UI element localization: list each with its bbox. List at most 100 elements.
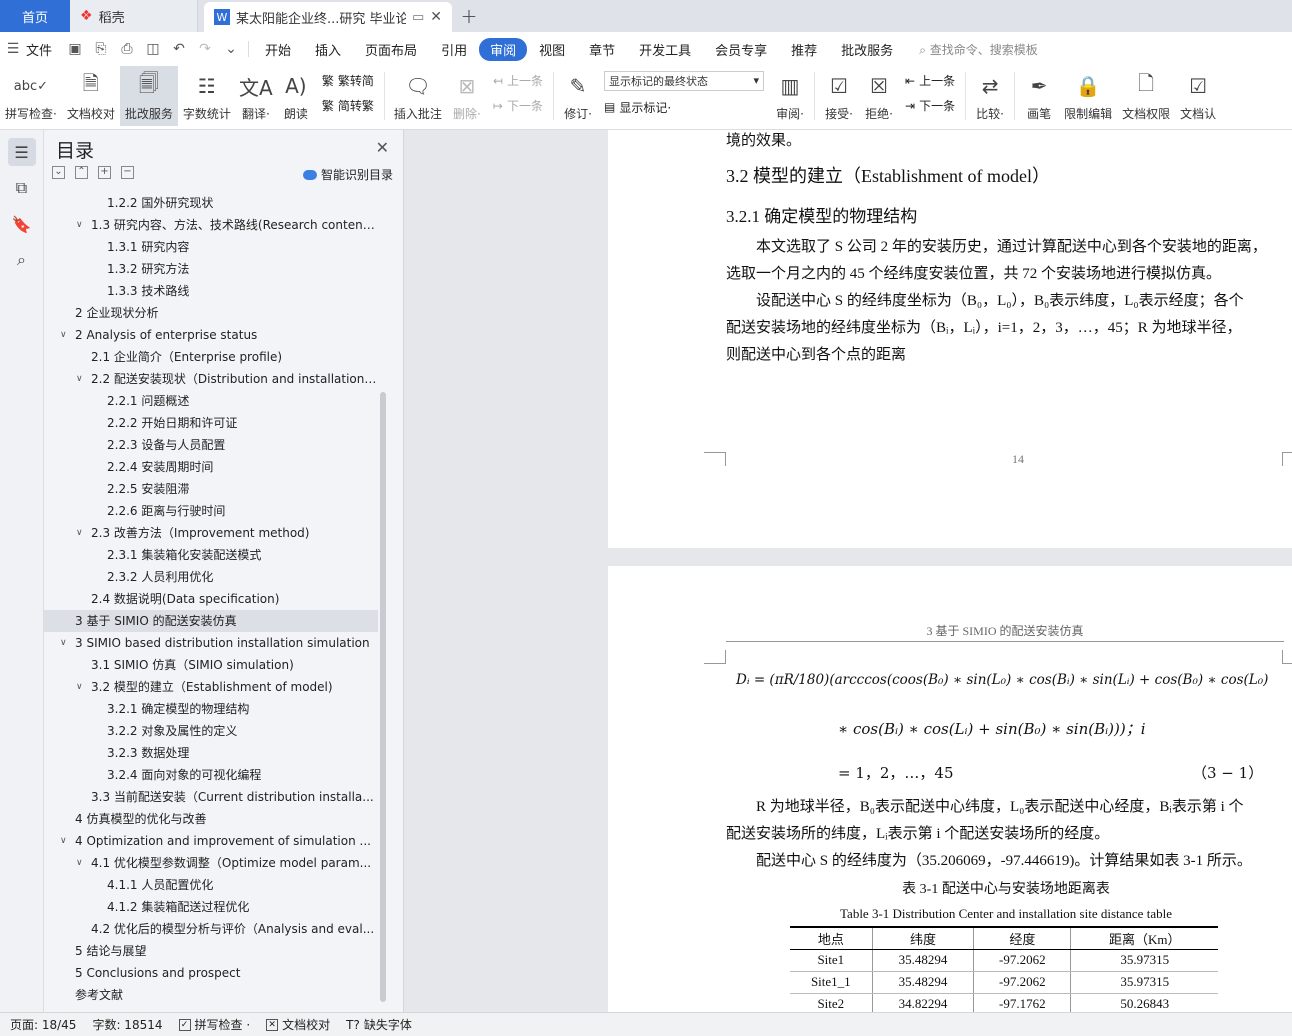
- status-spell-check[interactable]: ✓ 拼写检查 ·: [178, 1016, 250, 1033]
- tab-daoke[interactable]: ❖ 稻壳: [70, 0, 198, 32]
- chevron-down-icon[interactable]: ∨: [60, 324, 67, 346]
- toc-item[interactable]: 2.2.6 距离与行驶时间: [44, 500, 378, 522]
- toc-item[interactable]: 2 企业现状分析: [44, 302, 378, 324]
- monitor-icon[interactable]: ▭: [412, 10, 424, 25]
- toc-item[interactable]: 3.1 SIMIO 仿真（SIMIO simulation): [44, 654, 378, 676]
- toc-item[interactable]: 3.2.1 确定模型的物理结构: [44, 698, 378, 720]
- toc-item[interactable]: 2.3.2 人员利用优化: [44, 566, 378, 588]
- menu-file[interactable]: 文件: [26, 40, 52, 59]
- save-icon[interactable]: ▣: [62, 41, 88, 57]
- toc-item[interactable]: 3.2.4 面向对象的可视化编程: [44, 764, 378, 786]
- menu-insert[interactable]: 插入: [303, 40, 353, 59]
- toc-item[interactable]: ∨ 3 SIMIO based distribution installation…: [44, 632, 378, 654]
- pen-button[interactable]: ✒ 画笔: [1019, 66, 1059, 126]
- toc-item[interactable]: 参考文献: [44, 984, 378, 1006]
- toc-item[interactable]: ∨ 2 Analysis of enterprise status: [44, 324, 378, 346]
- markup-state-select[interactable]: 显示标记的最终状态 ▾: [604, 70, 764, 91]
- insert-comment-button[interactable]: 🗨 插入批注: [389, 66, 447, 126]
- undo-icon[interactable]: ↶: [166, 41, 192, 57]
- toc-scrollbar[interactable]: [380, 392, 386, 1002]
- toc-item[interactable]: ∨ 4 Optimization and improvement of simul…: [44, 830, 378, 852]
- toc-item[interactable]: 2.4 数据说明(Data specification): [44, 588, 378, 610]
- toc-item[interactable]: ∨ 2.2 配送安装现状（Distribution and installatio…: [44, 368, 378, 390]
- toc-item[interactable]: 4 仿真模型的优化与改善: [44, 808, 378, 830]
- toc-item[interactable]: 2.2.2 开始日期和许可证: [44, 412, 378, 434]
- trad-to-simp-button[interactable]: 繁繁转简: [322, 72, 374, 89]
- toc-panel-icon[interactable]: ☰: [7, 138, 36, 166]
- toc-item[interactable]: ∨ 2.3 改善方法（Improvement method): [44, 522, 378, 544]
- compare-button[interactable]: ⇄ 比较·: [970, 66, 1010, 126]
- toc-item[interactable]: ∨ 1.3 研究内容、方法、技术路线(Research content...: [44, 214, 378, 236]
- toc-item[interactable]: 2.2.3 设备与人员配置: [44, 434, 378, 456]
- correction-service-button[interactable]: 🗐 批改服务: [119, 66, 178, 126]
- menu-start[interactable]: 开始: [253, 40, 303, 59]
- toc-item[interactable]: 3.2.2 对象及属性的定义: [44, 720, 378, 742]
- toc-item[interactable]: 1.3.2 研究方法: [44, 258, 378, 280]
- toc-item[interactable]: 1.3.3 技术路线: [44, 280, 378, 302]
- tab-home[interactable]: 首页: [0, 0, 70, 32]
- collapse-icon[interactable]: ⌃: [75, 166, 88, 179]
- hamburger-icon[interactable]: ☰: [0, 41, 26, 57]
- menu-dev-tools[interactable]: 开发工具: [627, 40, 703, 59]
- chevron-down-icon[interactable]: ∨: [60, 830, 67, 852]
- menu-reference[interactable]: 引用: [429, 40, 479, 59]
- prev-comment-button[interactable]: ↤ 上一条: [493, 72, 543, 89]
- doc-check-button[interactable]: 🗎 文档校对: [62, 66, 120, 126]
- page-indicator[interactable]: 页面: 18/45: [10, 1016, 76, 1033]
- toc-item[interactable]: 3.3 当前配送安装（Current distribution installa…: [44, 786, 378, 808]
- show-markup-button[interactable]: ▤ 显示标记·: [604, 99, 764, 116]
- read-aloud-button[interactable]: A) 朗读: [276, 66, 316, 126]
- redo-icon[interactable]: ↷: [192, 41, 218, 57]
- delete-comment-button[interactable]: ⊠ 删除·: [447, 66, 487, 126]
- expand-icon[interactable]: ⌄: [52, 166, 65, 179]
- toc-item[interactable]: 2.3.1 集装箱化安装配送模式: [44, 544, 378, 566]
- next-revision-button[interactable]: ⇥ 下一条: [905, 97, 955, 114]
- chevron-down-icon[interactable]: ∨: [76, 214, 83, 236]
- next-comment-button[interactable]: ↦ 下一条: [493, 97, 543, 114]
- word-count-indicator[interactable]: 字数: 18514: [92, 1016, 162, 1033]
- add-heading-icon[interactable]: +: [98, 166, 111, 179]
- print-preview-icon[interactable]: ◫: [140, 41, 166, 57]
- toc-item[interactable]: 4.2 优化后的模型分析与评价（Analysis and eval...: [44, 918, 378, 940]
- export-pdf-icon[interactable]: ⎘: [88, 41, 114, 57]
- missing-font-indicator[interactable]: T? 缺失字体: [346, 1016, 412, 1033]
- simp-to-trad-button[interactable]: 繁简转繁: [322, 97, 374, 114]
- chapter-nav-icon[interactable]: ⧉: [8, 174, 36, 202]
- reject-button[interactable]: ☒ 拒绝·: [859, 66, 899, 126]
- close-icon[interactable]: ✕: [376, 138, 389, 157]
- chevron-down-icon[interactable]: ∨: [76, 852, 83, 874]
- toc-item[interactable]: 5 Conclusions and prospect: [44, 962, 378, 984]
- toc-item[interactable]: 4.1.1 人员配置优化: [44, 874, 378, 896]
- toc-item[interactable]: 2.2.5 安装阻滞: [44, 478, 378, 500]
- revise-button[interactable]: ✎ 修订·: [558, 66, 598, 126]
- menu-view[interactable]: 视图: [527, 40, 577, 59]
- new-tab-button[interactable]: +: [452, 0, 486, 32]
- toc-item[interactable]: 5 结论与展望: [44, 940, 378, 962]
- menu-member[interactable]: 会员专享: [703, 40, 779, 59]
- search-icon[interactable]: ⌕: [8, 246, 36, 274]
- prev-revision-button[interactable]: ⇤ 上一条: [905, 72, 955, 89]
- review-pane-button[interactable]: ▥ 审阅·: [770, 66, 810, 126]
- menu-recommend[interactable]: 推荐: [779, 40, 829, 59]
- smart-toc-button[interactable]: 智能识别目录: [302, 166, 393, 183]
- status-doc-check[interactable]: ✕ 文档校对: [266, 1016, 330, 1033]
- remove-heading-icon[interactable]: −: [121, 166, 134, 179]
- chevron-down-icon[interactable]: ∨: [76, 368, 83, 390]
- accept-button[interactable]: ☑ 接受·: [819, 66, 859, 126]
- toc-item[interactable]: 2.2.4 安装周期时间: [44, 456, 378, 478]
- chevron-down-icon[interactable]: ∨: [76, 522, 83, 544]
- word-count-button[interactable]: ☷ 字数统计: [178, 66, 236, 126]
- tab-document[interactable]: W 某太阳能企业终...研究 毕业论文 ▭ ✕: [204, 2, 452, 32]
- chevron-down-icon[interactable]: ∨: [60, 632, 67, 654]
- command-search[interactable]: ⌕ 查找命令、搜索模板: [919, 41, 1038, 58]
- menu-review[interactable]: 审阅: [479, 37, 528, 61]
- toc-item[interactable]: 1.3.1 研究内容: [44, 236, 378, 258]
- doc-auth-button[interactable]: ☑ 文档认: [1175, 66, 1221, 126]
- toc-item[interactable]: ∨ 4.1 优化模型参数调整（Optimize model param...: [44, 852, 378, 874]
- toc-item[interactable]: 2.2.1 问题概述: [44, 390, 378, 412]
- bookmark-icon[interactable]: 🔖: [8, 210, 36, 238]
- toc-item[interactable]: 3.2.3 数据处理: [44, 742, 378, 764]
- restrict-edit-button[interactable]: 🔒 限制编辑: [1059, 66, 1117, 126]
- menu-correction[interactable]: 批改服务: [829, 40, 905, 59]
- chevron-down-icon[interactable]: ∨: [76, 676, 83, 698]
